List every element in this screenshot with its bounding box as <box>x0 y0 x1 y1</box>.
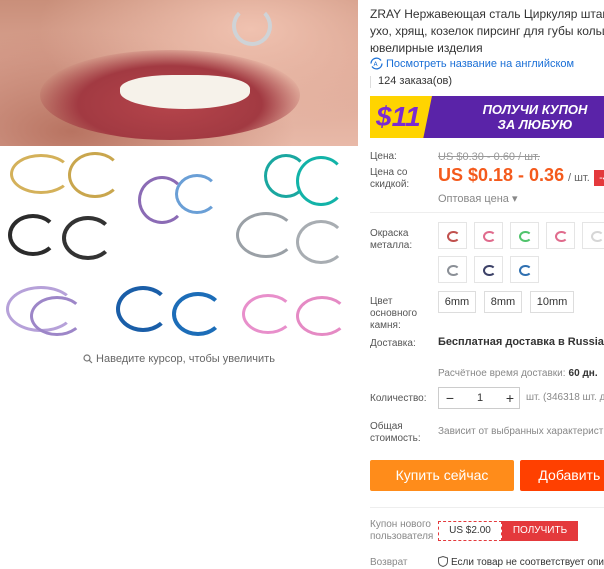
color-label: Окраска металла: <box>370 228 413 251</box>
new-user-coupon-label: Купон нового пользователя <box>370 519 434 542</box>
color-swatch[interactable] <box>438 222 467 249</box>
buy-now-button[interactable]: Купить сейчас <box>370 460 514 491</box>
translate-icon: A <box>370 57 383 70</box>
color-swatch[interactable] <box>582 222 604 249</box>
product-detail-panel: ZRAY Нержавеющая сталь Циркуляр штанга у… <box>358 0 604 569</box>
ring-swatch-icon <box>483 231 496 242</box>
price-unit: / шт. <box>568 172 590 184</box>
size-option-6mm[interactable]: 6mm <box>438 291 476 313</box>
ring-teal-2 <box>296 156 346 206</box>
ring-swatch-icon <box>519 231 532 242</box>
ring-swatch-icon <box>447 265 460 276</box>
color-swatch[interactable] <box>510 222 539 249</box>
ring-silver-2 <box>296 220 346 264</box>
quantity-input[interactable]: 1 <box>461 388 499 408</box>
discount-badge: -4 <box>594 170 604 186</box>
product-title: ZRAY Нержавеющая сталь Циркуляр штанга у… <box>370 7 604 55</box>
quantity-stepper: − 1 + <box>438 387 520 409</box>
ring-swatch-icon <box>555 231 568 242</box>
stock-available: шт. (346318 шт. доступно) <box>526 392 604 403</box>
wholesale-price-toggle[interactable]: Оптовая цена ▾ <box>438 192 517 205</box>
divider <box>370 507 604 508</box>
ring-purple-2 <box>30 296 84 336</box>
zoom-hint: Наведите курсор, чтобы увеличить <box>0 353 358 365</box>
price-label: Цена: <box>370 151 397 162</box>
coupon-banner-text: ПОЛУЧИ КУПОН ЗА ЛЮБУЮ <box>482 102 588 132</box>
quantity-increase-button[interactable]: + <box>499 388 521 408</box>
color-swatch[interactable] <box>474 256 503 283</box>
ring-blue-1 <box>116 286 170 332</box>
orders-count: 124 заказа(ов) <box>369 75 453 88</box>
ring-black-2 <box>62 216 114 260</box>
shield-icon <box>438 555 448 568</box>
ring-pink-2 <box>296 296 348 336</box>
product-variants-image[interactable] <box>0 146 358 342</box>
add-to-cart-button[interactable]: Добавить в корзину <box>520 460 604 514</box>
shipping-label: Доставка: <box>370 338 416 349</box>
ring-swatch-icon <box>519 265 532 276</box>
discount-price-label: Цена со скидкой: <box>370 167 410 190</box>
ring-silver-1 <box>236 212 296 258</box>
ring-swatch-icon <box>483 265 496 276</box>
color-swatch[interactable] <box>438 256 467 283</box>
svg-text:A: A <box>374 61 379 68</box>
get-coupon-button[interactable]: ПОЛУЧИТЬ <box>502 521 578 541</box>
old-price: US $0.30 - 0.60 / шт. <box>438 151 540 163</box>
ring-gold-1 <box>10 154 72 194</box>
color-swatch[interactable] <box>474 222 503 249</box>
coupon-amount-tag: $11 <box>370 96 432 138</box>
size-option-8mm[interactable]: 8mm <box>484 291 522 313</box>
ring-black-1 <box>8 214 58 256</box>
magnifier-icon <box>83 354 93 364</box>
delivery-estimate: Расчётное время доставки: 60 дн. <box>438 368 598 379</box>
ring-swatch-icon <box>591 231 604 242</box>
ring-blue-2 <box>172 292 224 336</box>
ring-pink-1 <box>242 294 294 334</box>
returns-label: Возврат <box>370 557 408 568</box>
current-price: US $0.18 - 0.36 <box>438 165 565 185</box>
ring-rainbow-2 <box>175 174 219 214</box>
coupon-amount: US $2.00 <box>438 521 502 541</box>
quantity-decrease-button[interactable]: − <box>439 388 461 408</box>
size-option-10mm[interactable]: 10mm <box>530 291 574 313</box>
product-gallery: Наведите курсор, чтобы увеличить <box>0 0 358 569</box>
color-swatch[interactable] <box>510 256 539 283</box>
nose-ring-image-part <box>232 6 272 46</box>
divider <box>370 212 604 213</box>
coupon-banner[interactable]: $11 ПОЛУЧИ КУПОН ЗА ЛЮБУЮ <box>370 96 604 138</box>
stone-size-label: Цвет основного камня: <box>370 296 418 331</box>
color-swatch[interactable] <box>546 222 575 249</box>
quantity-label: Количество: <box>370 393 427 404</box>
shipping-method[interactable]: Бесплатная доставка в Russian Federation <box>438 336 604 348</box>
returns-note: Если товар не соответствует описанию <box>438 555 604 568</box>
total-cost-note: Зависит от выбранных характеристик <box>438 426 604 437</box>
teeth-image-part <box>120 75 250 109</box>
ring-swatch-icon <box>447 231 460 242</box>
translate-title-link[interactable]: A Посмотреть название на английском <box>370 57 574 70</box>
total-cost-label: Общая стоимость: <box>370 421 421 444</box>
product-main-image[interactable] <box>0 0 358 146</box>
ring-gold-2 <box>68 152 122 198</box>
